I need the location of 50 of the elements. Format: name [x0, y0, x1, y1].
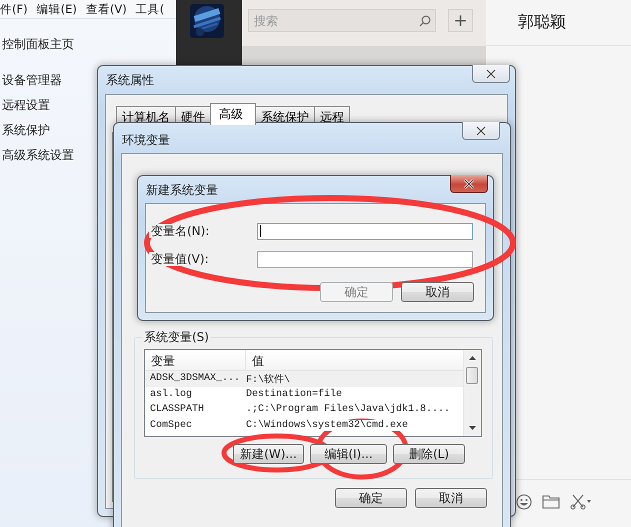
close-button[interactable]: [450, 175, 488, 193]
input-field[interactable]: [257, 250, 473, 268]
sidebar-link[interactable]: 系统保护: [2, 122, 50, 147]
close-icon: [484, 68, 498, 78]
search-icon: [419, 15, 431, 27]
window-title: 环境变量: [122, 132, 170, 149]
menu-item[interactable]: 编辑(E): [36, 2, 77, 16]
dialog-button[interactable]: 取消: [401, 282, 474, 302]
sidebar-link[interactable]: 设备管理器: [2, 72, 62, 97]
sidebar-link[interactable]: 远程设置: [2, 97, 50, 122]
variable-value: F:\软件\: [246, 372, 290, 386]
variable-value: .;C:\Program Files\Java\jdk1.8....: [246, 404, 450, 416]
smiley-icon[interactable]: [516, 494, 532, 510]
column-header[interactable]: 变量: [145, 350, 246, 370]
sidebar-link[interactable]: 高级系统设置: [2, 147, 74, 172]
scroll-down-icon[interactable]: [469, 426, 476, 430]
contact-title: 郭聪颖: [518, 12, 566, 33]
close-icon: [462, 178, 476, 188]
menu-item[interactable]: 件(F): [0, 2, 28, 16]
column-header[interactable]: 值: [246, 350, 270, 370]
scissors-icon[interactable]: [570, 494, 592, 510]
tab[interactable]: 高级: [210, 103, 256, 125]
scrollbar-thumb[interactable]: [466, 367, 478, 384]
list-row[interactable]: ADSK_3DSMAX_... F:\软件\: [145, 371, 463, 386]
field-label: 变量名(N):: [149, 224, 212, 238]
close-button[interactable]: [462, 122, 500, 140]
add-button[interactable]: +: [448, 9, 473, 32]
variable-name: CLASSPATH: [150, 404, 206, 416]
variable-value: C:\Windows\system32\cmd.exe: [246, 420, 408, 431]
variable-name: ComSpec: [150, 420, 194, 431]
scroll-up-icon[interactable]: [469, 356, 476, 360]
close-icon: [474, 126, 488, 136]
sidebar-link[interactable]: 控制面板主页: [2, 36, 74, 61]
close-button[interactable]: [472, 65, 510, 83]
group-title: 系统变量(S): [142, 329, 211, 346]
dialog-button[interactable]: 取消: [415, 488, 487, 508]
search-field[interactable]: 搜索: [248, 9, 436, 32]
menu-item[interactable]: 查看(V): [86, 2, 127, 16]
scrollbar[interactable]: [463, 350, 481, 436]
dialog-button[interactable]: 删除(L): [393, 444, 465, 464]
dialog-button[interactable]: 确定: [335, 488, 407, 508]
variable-name: ADSK_3DSMAX_...: [150, 373, 242, 384]
window-title: 新建系统变量: [146, 182, 218, 199]
variable-name: asl.log: [150, 388, 194, 400]
menu-item[interactable]: 工具(: [136, 2, 164, 16]
input-field[interactable]: [257, 222, 473, 240]
window-title: 系统属性: [106, 72, 154, 89]
folder-icon[interactable]: [542, 494, 560, 509]
dialog-button[interactable]: 编辑(I)...: [310, 444, 387, 464]
dialog-button[interactable]: 新建(W)...: [233, 444, 304, 464]
